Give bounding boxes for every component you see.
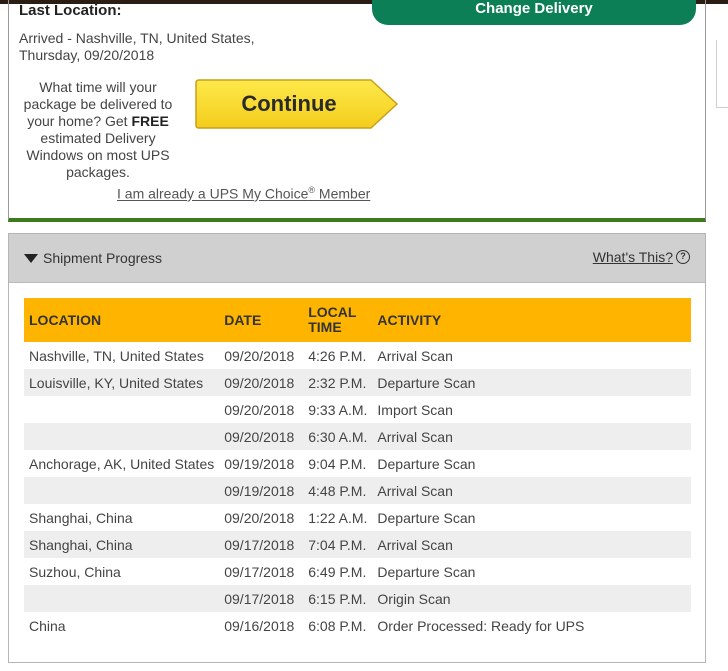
cell-activity: Order Processed: Ready for UPS — [377, 617, 585, 634]
my-choice-member-link[interactable]: I am already a UPS My Choice® Member — [117, 185, 370, 202]
question-circle-icon: ? — [676, 250, 690, 264]
column-header-activity: ACTIVITY — [377, 311, 442, 328]
member-link-text-end: Member — [315, 185, 371, 202]
table-row: Suzhou, China 09/17/2018 6:49 P.M. Departur… — [24, 558, 691, 585]
cell-time: 6:15 P.M. — [308, 590, 367, 607]
cell-activity: Departure Scan — [377, 455, 476, 472]
time-label: TIME — [308, 319, 342, 335]
column-header-date: DATE — [224, 311, 262, 328]
member-link-text: I am already a UPS My Choice — [117, 185, 309, 202]
continue-label: Continue — [241, 91, 337, 116]
arrived-date-line: Thursday, 09/20/2018 — [19, 47, 155, 63]
cell-location: Nashville, TN, United States — [29, 347, 204, 364]
shipment-progress-panel: Shipment Progress What's This? ? LOCATIO… — [8, 233, 706, 663]
cell-location — [24, 423, 219, 450]
cell-activity: Departure Scan — [377, 563, 476, 580]
cell-activity: Arrival Scan — [377, 536, 453, 553]
cell-time: 4:26 P.M. — [308, 347, 367, 364]
shipment-progress-toggle[interactable]: Shipment Progress — [24, 250, 162, 266]
cell-location: Shanghai, China — [29, 536, 133, 553]
cell-date: 09/19/2018 — [224, 482, 295, 499]
cell-location — [24, 477, 219, 504]
cell-time: 9:33 A.M. — [308, 401, 368, 418]
cell-time: 7:04 P.M. — [308, 536, 367, 553]
cell-date: 09/17/2018 — [224, 563, 295, 580]
whats-this-link[interactable]: What's This? ? — [593, 249, 690, 265]
whats-this-label: What's This? — [592, 249, 673, 265]
cell-location — [24, 396, 219, 423]
delivery-summary-panel: Last Location: Arrived - Nashville, TN, … — [8, 0, 706, 222]
my-choice-promo: What time will your package be delivered… — [17, 79, 179, 181]
cell-activity: Departure Scan — [377, 374, 476, 391]
shipment-progress-title: Shipment Progress — [43, 250, 163, 266]
table-row: 09/19/2018 4:48 P.M. Arrival Scan — [24, 477, 691, 504]
cell-time: 2:32 P.M. — [308, 374, 367, 391]
change-delivery-button[interactable]: Change Delivery — [372, 0, 696, 25]
table-row: 09/20/2018 6:30 A.M. Arrival Scan — [24, 423, 691, 450]
cell-date: 09/20/2018 — [224, 347, 295, 364]
table-row: Shanghai, China 09/20/2018 1:22 A.M. Depart… — [24, 504, 691, 531]
cell-activity: Origin Scan — [377, 590, 451, 607]
cell-location — [24, 585, 219, 612]
cell-time: 6:08 P.M. — [308, 617, 367, 634]
cell-activity: Arrival Scan — [377, 482, 453, 499]
cell-time: 6:30 A.M. — [308, 428, 368, 445]
local-label: LOCAL — [308, 304, 357, 320]
table-header-row: LOCATION DATE LOCAL TIME ACTIVITY — [24, 298, 691, 342]
table-row: Anchorage, AK, United States 09/19/2018 9:… — [24, 450, 691, 477]
continue-button[interactable]: Continue — [195, 79, 399, 129]
table-row: Shanghai, China 09/17/2018 7:04 P.M. Arriva… — [24, 531, 691, 558]
table-row: China 09/16/2018 6:08 P.M. Order Processed:… — [24, 612, 691, 639]
table-row: 09/20/2018 9:33 A.M. Import Scan — [24, 396, 691, 423]
cell-location: China — [29, 617, 66, 634]
table-row: Louisville, KY, United States 09/20/2018 2… — [24, 369, 691, 396]
cell-time: 4:48 P.M. — [308, 482, 367, 499]
cell-date: 09/20/2018 — [224, 428, 295, 445]
cell-activity: Arrival Scan — [377, 347, 453, 364]
arrived-location-line: Arrived - Nashville, TN, United States, — [19, 30, 255, 46]
table-row: Nashville, TN, United States 09/20/2018 4:… — [24, 342, 691, 369]
column-header-local-time: LOCAL TIME — [303, 298, 372, 342]
promo-text-2: estimated Delivery Windows on most UPS p… — [26, 130, 170, 180]
cell-date: 09/20/2018 — [224, 401, 295, 418]
cell-date: 09/19/2018 — [224, 455, 295, 472]
table-row: 09/17/2018 6:15 P.M. Origin Scan — [24, 585, 691, 612]
cell-time: 1:22 A.M. — [308, 509, 368, 526]
cell-location: Louisville, KY, United States — [29, 374, 204, 391]
shipment-progress-header: Shipment Progress What's This? ? — [9, 234, 705, 283]
cell-location: Anchorage, AK, United States — [29, 455, 215, 472]
cell-time: 6:49 P.M. — [308, 563, 367, 580]
shipment-progress-table: LOCATION DATE LOCAL TIME ACTIVITY Nashvil… — [24, 298, 691, 639]
cell-activity: Departure Scan — [377, 509, 476, 526]
column-header-location: LOCATION — [29, 311, 102, 328]
cell-location: Suzhou, China — [29, 563, 121, 580]
cell-time: 9:04 P.M. — [308, 455, 367, 472]
cell-location: Shanghai, China — [29, 509, 133, 526]
promo-free: FREE — [131, 113, 169, 129]
cell-date: 09/16/2018 — [224, 617, 295, 634]
caret-down-icon — [24, 253, 38, 263]
last-location-label: Last Location: — [19, 2, 122, 19]
cell-date: 09/17/2018 — [224, 536, 295, 553]
cell-activity: Import Scan — [377, 401, 453, 418]
cell-date: 09/17/2018 — [224, 590, 295, 607]
right-divider — [716, 40, 728, 108]
cell-date: 09/20/2018 — [224, 374, 295, 391]
arrived-status: Arrived - Nashville, TN, United States, … — [19, 30, 279, 64]
cell-activity: Arrival Scan — [377, 428, 453, 445]
cell-date: 09/20/2018 — [224, 509, 295, 526]
